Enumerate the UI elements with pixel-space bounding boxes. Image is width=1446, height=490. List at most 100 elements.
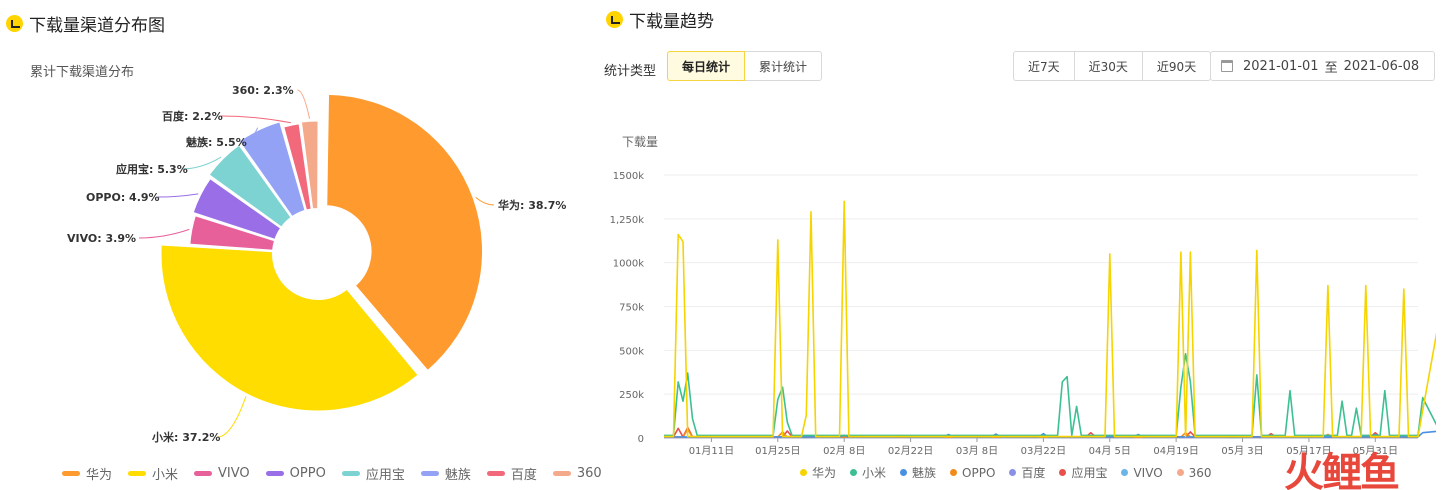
pie-label-应用宝: 应用宝: 5.3% xyxy=(116,162,188,176)
x-tick-label: 04月19日 xyxy=(1153,445,1198,457)
trend-legend: 华为 小米 魅族 OPPO 百度 应用宝 VIVO 360 xyxy=(800,464,1226,481)
legend-dot xyxy=(950,469,958,476)
pie-legend-item[interactable]: VIVO xyxy=(194,466,250,481)
legend-dot xyxy=(800,469,807,476)
x-tick-label: 01月11日 xyxy=(689,445,734,457)
pie-label-百度: 百度: 2.2% xyxy=(162,109,223,123)
pie-legend-item[interactable]: OPPO xyxy=(265,466,326,481)
pie-label-360: 360: 2.3% xyxy=(232,84,294,97)
pie-legend-item[interactable]: 小米 xyxy=(128,464,178,483)
daily-stat-button[interactable]: 每日统计 xyxy=(667,51,746,81)
y-tick-label: 250k xyxy=(619,390,644,401)
y-tick-label: 1,250k xyxy=(610,215,645,226)
legend-dot xyxy=(850,469,858,476)
trend-legend-item[interactable]: 华为 xyxy=(800,464,836,481)
x-tick-label: 03月 8日 xyxy=(956,445,998,457)
legend-swatch xyxy=(420,471,439,476)
pie-label-OPPO: OPPO: 4.9% xyxy=(86,191,160,204)
trend-panel-title-text: 下载量趋势 xyxy=(629,12,714,32)
pie-legend-item[interactable]: 魅族 xyxy=(420,464,471,483)
y-tick-label: 1500k xyxy=(613,171,644,182)
stat-type-label: 统计类型 xyxy=(604,64,657,79)
date-start: 2021-01-01 xyxy=(1243,58,1319,74)
trend-legend-item[interactable]: 应用宝 xyxy=(1059,464,1107,481)
legend-swatch xyxy=(341,471,360,476)
legend-label: 360 xyxy=(576,466,602,481)
legend-label: 华为 xyxy=(86,468,113,483)
legend-dot xyxy=(1176,469,1184,476)
legend-label: 应用宝 xyxy=(1071,466,1108,480)
legend-dot xyxy=(900,469,908,476)
date-end: 2021-06-08 xyxy=(1343,58,1420,74)
trend-legend-item[interactable]: 百度 xyxy=(1009,464,1045,481)
range-90-days-button[interactable]: 近90天 xyxy=(1142,51,1212,81)
legend-label: 华为 xyxy=(812,466,837,480)
legend-label: 应用宝 xyxy=(365,468,405,483)
y-tick-label: 1000k xyxy=(613,259,644,270)
chart-badge-icon xyxy=(606,11,623,28)
legend-dot xyxy=(1059,469,1067,476)
pie-leader-line xyxy=(475,196,495,206)
pie-leader-line xyxy=(138,228,190,239)
watermark-logo: 火鲤鱼 xyxy=(1284,450,1400,490)
pie-legend: 华为 小米 VIVO OPPO 应用宝 魅族 百度 360 xyxy=(62,464,618,483)
pie-panel-title-text: 下载量渠道分布图 xyxy=(29,16,165,36)
legend-label: 百度 xyxy=(510,468,537,483)
legend-swatch xyxy=(486,471,505,476)
legend-label: VIVO xyxy=(218,466,250,481)
trend-legend-item[interactable]: 魅族 xyxy=(900,464,936,481)
pie-leader-line xyxy=(297,89,311,119)
pie-leader-line xyxy=(217,396,247,438)
stat-type-toggle: 每日统计 累计统计 xyxy=(667,51,823,81)
y-tick-label: 500k xyxy=(619,346,644,357)
legend-label: 魅族 xyxy=(444,468,471,483)
trend-legend-item[interactable]: VIVO xyxy=(1121,465,1163,480)
pie-panel-title: 下载量渠道分布图 xyxy=(6,11,165,36)
pie-legend-item[interactable]: 360 xyxy=(552,466,602,481)
cumulative-stat-button[interactable]: 累计统计 xyxy=(745,51,823,81)
trend-legend-item[interactable]: 小米 xyxy=(850,464,886,481)
range-30-days-button[interactable]: 近30天 xyxy=(1074,51,1143,81)
legend-dot xyxy=(1121,469,1129,476)
legend-swatch xyxy=(265,471,284,476)
pie-label-华为: 华为: 38.7% xyxy=(498,198,566,212)
pie-legend-item[interactable]: 百度 xyxy=(486,464,537,483)
y-tick-label: 750k xyxy=(619,303,644,314)
x-tick-label: 04月 5日 xyxy=(1089,445,1131,457)
legend-label: 小米 xyxy=(862,466,887,480)
trend-line-chart: 下载量 0 250k 500k 750k 1000k 1,250k 1500k 01月11日 01… xyxy=(610,135,1436,457)
legend-dot xyxy=(1009,469,1017,476)
chart-badge-icon xyxy=(6,15,23,32)
x-tick-label: 01月25日 xyxy=(755,445,800,457)
pie-label-VIVO: VIVO: 3.9% xyxy=(67,232,136,245)
pie-legend-item[interactable]: 华为 xyxy=(62,464,112,483)
date-range-picker[interactable]: 2021-01-01 至 2021-06-08 xyxy=(1210,51,1435,81)
calendar-icon xyxy=(1221,60,1233,72)
x-tick-label: 02月 8日 xyxy=(823,445,865,457)
date-separator: 至 xyxy=(1324,60,1338,76)
pie-leader-line xyxy=(157,193,199,198)
y-tick-label: 0 xyxy=(638,434,644,445)
legend-label: 百度 xyxy=(1021,466,1046,480)
range-7-days-button[interactable]: 近7天 xyxy=(1013,51,1075,81)
trend-legend-item[interactable]: 360 xyxy=(1176,465,1212,480)
x-tick-label: 05月 3日 xyxy=(1221,445,1263,457)
pie-label-小米: 小米: 37.2% xyxy=(151,430,220,444)
legend-label: 小米 xyxy=(152,468,179,483)
legend-label: OPPO xyxy=(962,465,996,480)
y-axis-title: 下载量 xyxy=(622,135,658,149)
legend-swatch xyxy=(194,471,213,476)
legend-label: OPPO xyxy=(289,466,326,481)
trend-panel-title: 下载量趋势 xyxy=(606,7,714,32)
trend-legend-item[interactable]: OPPO xyxy=(950,466,995,480)
x-tick-label: 03月22日 xyxy=(1021,445,1066,457)
pie-label-魅族: 魅族: 5.5% xyxy=(186,135,247,149)
legend-swatch xyxy=(552,471,571,476)
pie-legend-item[interactable]: 应用宝 xyxy=(341,464,405,483)
series-line-华为[interactable] xyxy=(664,200,1436,438)
legend-label: 360 xyxy=(1188,465,1212,480)
x-tick-label: 02月22日 xyxy=(888,445,933,457)
legend-label: 魅族 xyxy=(912,466,937,480)
legend-swatch xyxy=(128,471,147,476)
legend-label: VIVO xyxy=(1133,465,1163,480)
